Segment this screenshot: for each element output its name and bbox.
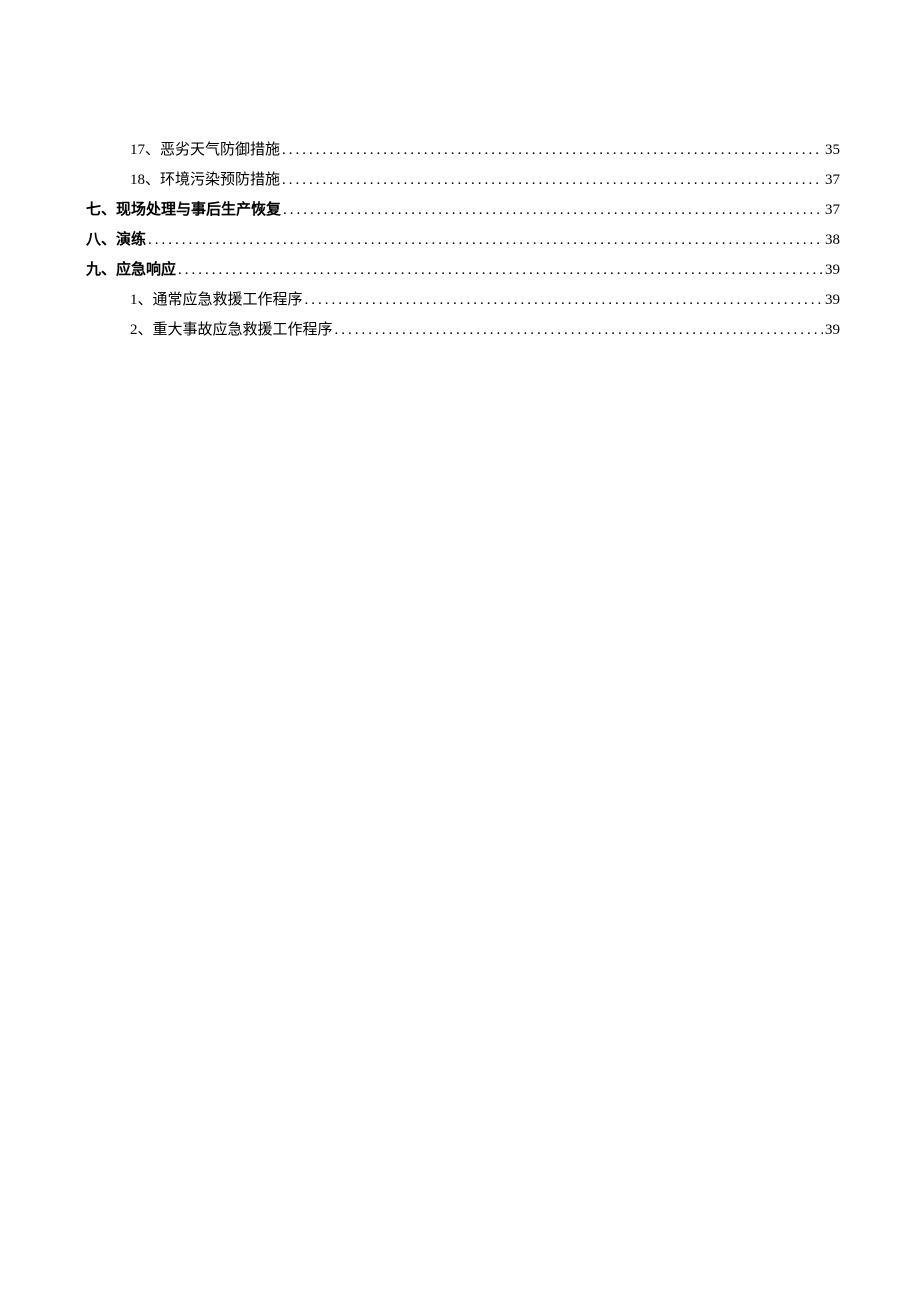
toc-leader-dots <box>282 165 823 195</box>
toc-title: 18、环境污染预防措施 <box>130 165 280 195</box>
toc-entry: 17、恶劣天气防御措施 35 <box>130 135 840 165</box>
toc-leader-dots <box>148 225 823 255</box>
document-page: 17、恶劣天气防御措施 35 18、环境污染预防措施 37 七、现场处理与事后生… <box>0 0 920 345</box>
toc-entry: 九、应急响应 39 <box>86 255 840 285</box>
toc-page-number: 35 <box>825 135 840 165</box>
toc-entry: 1、通常应急救援工作程序 39 <box>130 285 840 315</box>
toc-leader-dots <box>178 255 823 285</box>
toc-page-number: 39 <box>825 255 840 285</box>
toc-page-number: 37 <box>825 165 840 195</box>
toc-leader-dots <box>282 135 823 165</box>
toc-title: 七、现场处理与事后生产恢复 <box>86 195 281 225</box>
toc-leader-dots <box>335 315 823 345</box>
toc-title: 2、重大事故应急救援工作程序 <box>130 315 333 345</box>
toc-leader-dots <box>283 195 823 225</box>
toc-leader-dots <box>305 285 823 315</box>
toc-entry: 七、现场处理与事后生产恢复 37 <box>86 195 840 225</box>
toc-entry: 18、环境污染预防措施 37 <box>130 165 840 195</box>
toc-title: 九、应急响应 <box>86 255 176 285</box>
toc-page-number: 37 <box>825 195 840 225</box>
toc-page-number: 39 <box>825 285 840 315</box>
toc-title: 1、通常应急救援工作程序 <box>130 285 303 315</box>
toc-title: 17、恶劣天气防御措施 <box>130 135 280 165</box>
toc-page-number: 38 <box>825 225 840 255</box>
toc-entry: 2、重大事故应急救援工作程序 39 <box>130 315 840 345</box>
toc-entry: 八、演练 38 <box>86 225 840 255</box>
toc-page-number: 39 <box>825 315 840 345</box>
toc-title: 八、演练 <box>86 225 146 255</box>
